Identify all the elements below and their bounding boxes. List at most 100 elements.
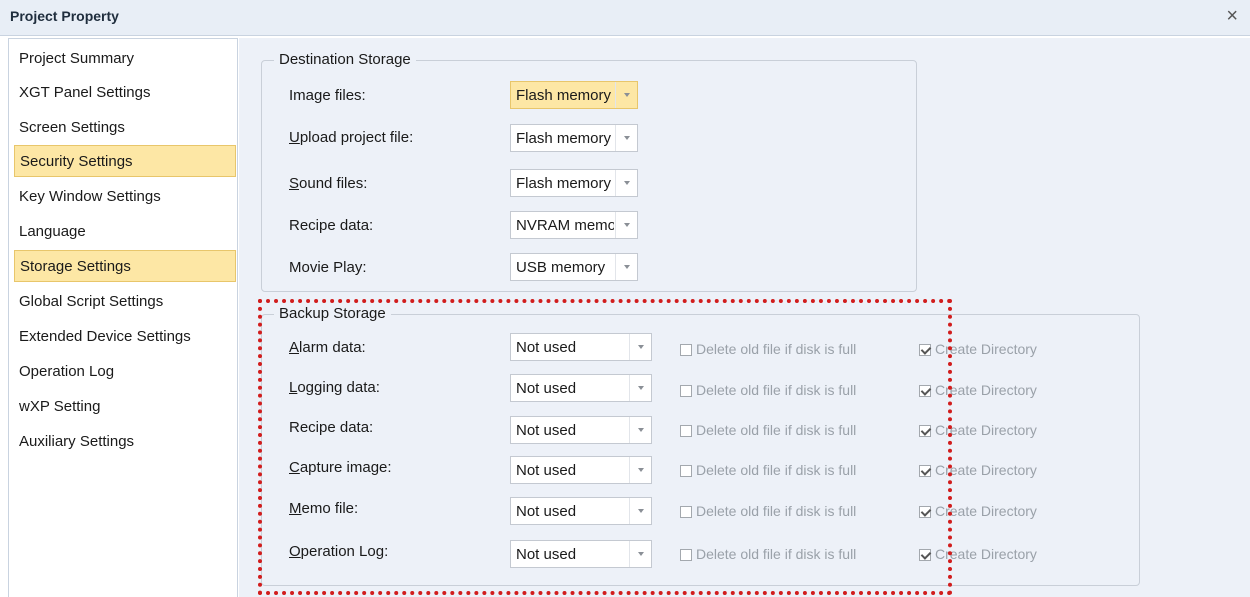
logging-delete-old-checkbox[interactable]: Delete old file if disk is full: [680, 382, 856, 398]
memo-create-directory-checkbox[interactable]: Create Directory: [919, 503, 1037, 519]
alarm-data-value: Not used: [516, 339, 577, 356]
nav-item-storage-settings[interactable]: Storage Settings: [14, 250, 236, 282]
sound-files-select[interactable]: Flash memory: [510, 169, 638, 197]
recipe-create-directory-label: Create Directory: [935, 422, 1037, 438]
checkbox-unchecked-icon: [680, 425, 692, 437]
chevron-down-icon[interactable]: [615, 82, 637, 108]
window-title: Project Property: [10, 8, 119, 24]
image-files-select[interactable]: Flash memory: [510, 81, 638, 109]
sound-files-value: Flash memory: [516, 175, 612, 192]
checkbox-checked-icon: [919, 425, 931, 437]
chevron-down-icon[interactable]: [615, 212, 637, 238]
nav-item-xgt-panel-settings[interactable]: XGT Panel Settings: [14, 77, 236, 109]
checkbox-unchecked-icon: [680, 549, 692, 561]
backup-recipe-data-value: Not used: [516, 422, 577, 439]
recipe-data-value: NVRAM memory: [516, 217, 614, 234]
chevron-down-icon[interactable]: [629, 498, 651, 524]
settings-panel: Destination Storage Image files: Flash m…: [239, 38, 1250, 597]
operation-log-label-text: peration Log:: [300, 543, 389, 560]
nav-item-global-script-settings[interactable]: Global Script Settings: [14, 286, 236, 318]
movie-play-value: USB memory: [516, 259, 606, 276]
capture-image-label-accel: C: [289, 459, 300, 476]
nav-item-project-summary[interactable]: Project Summary: [14, 43, 236, 75]
upload-project-file-label-text: pload project file:: [299, 129, 414, 146]
logging-delete-old-label: Delete old file if disk is full: [696, 382, 857, 398]
chevron-down-icon[interactable]: [629, 334, 651, 360]
alarm-data-select[interactable]: Not used: [510, 333, 652, 361]
alarm-data-label: Alarm data:: [289, 339, 366, 356]
sound-files-label-text: ound files:: [299, 175, 368, 192]
capture-image-label-text: apture image:: [299, 459, 392, 476]
image-files-value: Flash memory: [516, 87, 612, 104]
recipe-delete-old-label: Delete old file if disk is full: [696, 422, 857, 438]
operation-log-select[interactable]: Not used: [510, 540, 652, 568]
checkbox-checked-icon: [919, 465, 931, 477]
operation-log-create-directory-label: Create Directory: [935, 546, 1037, 562]
chevron-down-icon[interactable]: [629, 417, 651, 443]
destination-storage-title: Destination Storage: [274, 51, 416, 68]
logging-data-select[interactable]: Not used: [510, 374, 652, 402]
operation-log-delete-old-label: Delete old file if disk is full: [696, 546, 857, 562]
checkbox-checked-icon: [919, 506, 931, 518]
logging-data-label: Logging data:: [289, 379, 380, 396]
image-files-label: Image files:: [289, 87, 366, 104]
recipe-create-directory-checkbox[interactable]: Create Directory: [919, 422, 1037, 438]
logging-create-directory-checkbox[interactable]: Create Directory: [919, 382, 1037, 398]
logging-create-directory-label: Create Directory: [935, 382, 1037, 398]
chevron-down-icon[interactable]: [615, 170, 637, 196]
recipe-data-select[interactable]: NVRAM memory: [510, 211, 638, 239]
capture-delete-old-checkbox[interactable]: Delete old file if disk is full: [680, 462, 856, 478]
nav-item-key-window-settings[interactable]: Key Window Settings: [14, 181, 236, 213]
chevron-down-icon[interactable]: [629, 457, 651, 483]
capture-create-directory-label: Create Directory: [935, 462, 1037, 478]
operation-log-create-directory-checkbox[interactable]: Create Directory: [919, 546, 1037, 562]
alarm-delete-old-checkbox[interactable]: Delete old file if disk is full: [680, 341, 856, 357]
upload-project-file-value: Flash memory: [516, 130, 612, 147]
movie-play-label: Movie Play:: [289, 259, 367, 276]
backup-recipe-data-label: Recipe data:: [289, 419, 373, 436]
memo-delete-old-label: Delete old file if disk is full: [696, 503, 857, 519]
backup-recipe-data-select[interactable]: Not used: [510, 416, 652, 444]
checkbox-unchecked-icon: [680, 385, 692, 397]
checkbox-checked-icon: [919, 385, 931, 397]
upload-project-file-label: Upload project file:: [289, 129, 413, 146]
alarm-data-label-accel: A: [289, 339, 300, 356]
close-icon[interactable]: ×: [1226, 6, 1238, 26]
backup-storage-title: Backup Storage: [274, 305, 391, 322]
memo-file-value: Not used: [516, 503, 577, 520]
alarm-data-label-text: larm data:: [299, 339, 366, 356]
nav-item-screen-settings[interactable]: Screen Settings: [14, 112, 236, 144]
nav-item-language[interactable]: Language: [14, 216, 236, 248]
chevron-down-icon[interactable]: [615, 125, 637, 151]
nav-item-security-settings[interactable]: Security Settings: [14, 145, 236, 177]
settings-nav: Project Summary XGT Panel Settings Scree…: [8, 38, 238, 597]
title-bar: Project Property ×: [0, 0, 1250, 36]
operation-log-delete-old-checkbox[interactable]: Delete old file if disk is full: [680, 546, 856, 562]
movie-play-select[interactable]: USB memory: [510, 253, 638, 281]
memo-file-select[interactable]: Not used: [510, 497, 652, 525]
backup-recipe-data-label-text: Recipe data:: [289, 419, 374, 436]
memo-file-label: Memo file:: [289, 500, 358, 517]
image-files-label-text: Image files:: [289, 87, 366, 104]
capture-create-directory-checkbox[interactable]: Create Directory: [919, 462, 1037, 478]
alarm-create-directory-checkbox[interactable]: Create Directory: [919, 341, 1037, 357]
operation-log-label-accel: O: [289, 543, 301, 560]
capture-delete-old-label: Delete old file if disk is full: [696, 462, 857, 478]
chevron-down-icon[interactable]: [615, 254, 637, 280]
logging-data-value: Not used: [516, 380, 577, 397]
operation-log-label: Operation Log:: [289, 543, 388, 560]
nav-item-extended-device-settings[interactable]: Extended Device Settings: [14, 321, 236, 353]
backup-storage-group: Backup Storage Alarm data: Not used Dele…: [261, 305, 1140, 586]
nav-item-auxiliary-settings[interactable]: Auxiliary Settings: [14, 426, 236, 458]
checkbox-checked-icon: [919, 549, 931, 561]
nav-item-operation-log[interactable]: Operation Log: [14, 356, 236, 388]
memo-delete-old-checkbox[interactable]: Delete old file if disk is full: [680, 503, 856, 519]
capture-image-value: Not used: [516, 462, 577, 479]
chevron-down-icon[interactable]: [629, 541, 651, 567]
upload-project-file-select[interactable]: Flash memory: [510, 124, 638, 152]
sound-files-label-accel: S: [289, 175, 300, 192]
nav-item-wxp-setting[interactable]: wXP Setting: [14, 391, 236, 423]
capture-image-select[interactable]: Not used: [510, 456, 652, 484]
chevron-down-icon[interactable]: [629, 375, 651, 401]
recipe-delete-old-checkbox[interactable]: Delete old file if disk is full: [680, 422, 856, 438]
